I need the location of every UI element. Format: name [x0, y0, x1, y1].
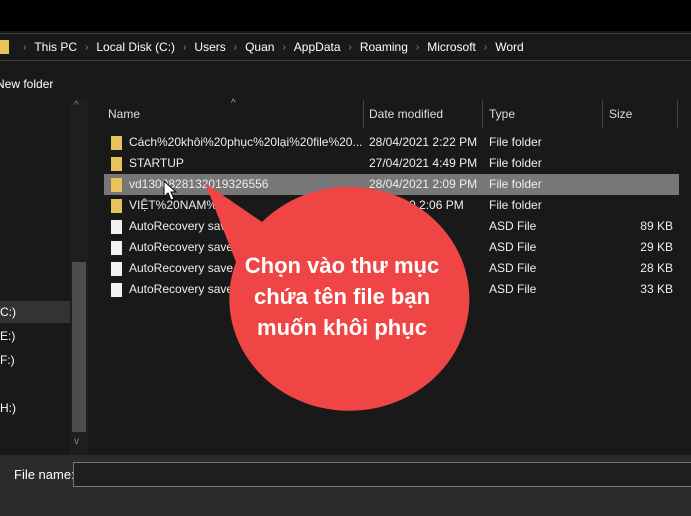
- column-header: ^ Name Date modified Type Size: [90, 98, 691, 128]
- dialog-footer: File name:: [0, 455, 691, 516]
- chevron-right-icon: ›: [348, 41, 352, 53]
- column-date[interactable]: Date modified: [369, 107, 443, 121]
- column-divider[interactable]: [602, 100, 603, 128]
- sort-ascending-icon: ^: [231, 98, 236, 109]
- file-icon: [111, 262, 122, 276]
- nav-item[interactable]: C:): [0, 301, 70, 323]
- nav-item[interactable]: E:): [0, 325, 70, 347]
- folder-icon: [111, 199, 122, 213]
- chevron-right-icon: ›: [85, 41, 89, 53]
- file-date: 28/04/2021 2:22 PM: [369, 135, 478, 149]
- nav-scrollbar[interactable]: ^ v: [70, 100, 88, 455]
- chevron-right-icon: ›: [282, 41, 286, 53]
- folder-icon: [0, 40, 9, 54]
- breadcrumb-item[interactable]: AppData: [294, 40, 341, 54]
- column-type[interactable]: Type: [489, 107, 515, 121]
- file-size: 89 KB: [640, 219, 673, 233]
- folder-icon: [111, 178, 122, 192]
- column-name[interactable]: Name: [108, 107, 140, 121]
- file-icon: [111, 220, 122, 234]
- scrollbar-thumb[interactable]: [72, 262, 86, 432]
- breadcrumb: › This PC › Local Disk (C:) › Users › Quan › AppD…: [15, 40, 524, 54]
- breadcrumb-item[interactable]: Quan: [245, 40, 274, 54]
- file-name: AutoRecovery save: [129, 282, 234, 296]
- column-divider[interactable]: [363, 100, 364, 128]
- breadcrumb-item[interactable]: Local Disk (C:): [96, 40, 175, 54]
- chevron-right-icon: ›: [23, 41, 27, 53]
- file-name-label: File name:: [14, 467, 75, 482]
- nav-item[interactable]: F:): [0, 349, 70, 371]
- file-type: File folder: [489, 198, 542, 212]
- file-date: 28/04/2021 2:09 PM: [369, 177, 478, 191]
- file-name: Cách%20khôi%20phục%20lại%20file%20...: [129, 135, 363, 149]
- chevron-right-icon: ›: [183, 41, 187, 53]
- nav-item[interactable]: H:): [0, 397, 70, 419]
- file-icon: [111, 283, 122, 297]
- file-row[interactable]: AutoRecovery save 0 2:59 PM ASD File 89 …: [104, 216, 679, 237]
- file-size: 33 KB: [640, 282, 673, 296]
- file-name-input[interactable]: [73, 462, 691, 487]
- breadcrumb-item[interactable]: Users: [194, 40, 225, 54]
- breadcrumb-item[interactable]: Word: [495, 40, 523, 54]
- file-type: ASD File: [489, 282, 537, 296]
- chevron-right-icon: ›: [415, 41, 420, 53]
- new-folder-button[interactable]: New folder: [0, 77, 53, 91]
- file-type: ASD File: [489, 219, 537, 233]
- file-type: File folder: [489, 135, 542, 149]
- breadcrumb-item[interactable]: This PC: [34, 40, 77, 54]
- chevron-right-icon: ›: [233, 41, 238, 53]
- title-bar: [0, 0, 691, 31]
- address-bar[interactable]: › This PC › Local Disk (C:) › Users › Quan › AppD…: [0, 33, 691, 61]
- file-date: 0 2:59 PM: [369, 219, 424, 233]
- file-size: 29 KB: [640, 240, 673, 254]
- file-type: ASD File: [489, 240, 537, 254]
- breadcrumb-item[interactable]: Microsoft: [427, 40, 476, 54]
- file-row[interactable]: Cách%20khôi%20phục%20lại%20file%20... 28…: [104, 132, 679, 153]
- toolbar: New folder: [0, 62, 691, 100]
- file-name: VIỆT%20NAM%: [129, 198, 218, 212]
- folder-icon: [111, 157, 122, 171]
- callout-text: Chọn vào thư mục chứa tên file bạn muốn …: [244, 253, 440, 340]
- scroll-up-icon[interactable]: ^: [74, 100, 79, 111]
- file-type: File folder: [489, 177, 542, 191]
- chevron-right-icon: ›: [483, 41, 488, 53]
- file-name: vd1300828132019326556: [129, 177, 269, 191]
- file-icon: [111, 241, 122, 255]
- file-row[interactable]: vd1300828132019326556 28/04/2021 2:09 PM…: [104, 174, 679, 195]
- column-size[interactable]: Size: [609, 107, 632, 121]
- file-row[interactable]: STARTUP 27/04/2021 4:49 PM File folder: [104, 153, 679, 174]
- file-name: STARTUP: [129, 156, 184, 170]
- file-name: AutoRecovery save: [129, 240, 234, 254]
- file-date: 27/04/2021 4:49 PM: [369, 156, 478, 170]
- scroll-down-icon[interactable]: v: [74, 436, 79, 447]
- file-type: ASD File: [489, 261, 537, 275]
- file-row[interactable]: VIỆT%20NAM% /02/2020 2:06 PM File folder: [104, 195, 679, 216]
- breadcrumb-item[interactable]: Roaming: [360, 40, 408, 54]
- file-date: /02/2020 2:06 PM: [369, 198, 464, 212]
- file-name: AutoRecovery save: [129, 261, 234, 275]
- column-divider[interactable]: [482, 100, 483, 128]
- file-name: AutoRecovery save: [129, 219, 234, 233]
- file-type: File folder: [489, 156, 542, 170]
- file-size: 28 KB: [640, 261, 673, 275]
- column-divider[interactable]: [677, 100, 678, 128]
- folder-icon: [111, 136, 122, 150]
